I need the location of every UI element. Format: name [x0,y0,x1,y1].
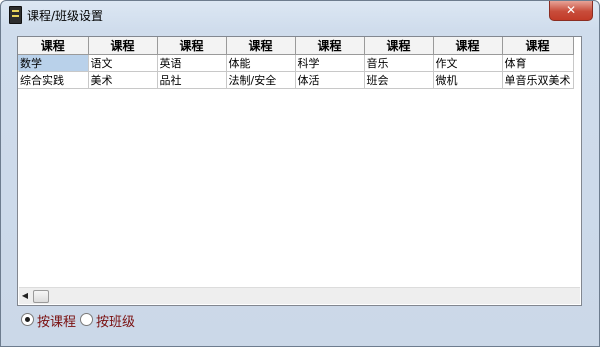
grid-cell[interactable]: 体活 [295,71,365,89]
table-row: 综合实践 美术 品社 法制/安全 体活 班会 微机 单音乐双美术 [18,71,574,89]
app-icon [9,6,22,24]
column-header[interactable]: 课程 [364,37,434,55]
grid-cell[interactable]: 体育 [502,54,574,72]
column-header[interactable]: 课程 [502,37,574,55]
grid-cell[interactable]: 品社 [157,71,227,89]
radio-by-course[interactable] [21,313,34,326]
radio-label-by-course[interactable]: 按课程 [37,311,76,330]
window-title: 课程/班级设置 [27,9,104,23]
course-class-settings-window: 课程/班级设置 ✕ 课程 课程 课程 课程 课程 课程 课程 课程 数学 语文 … [0,0,600,347]
grid-cell[interactable]: 音乐 [364,54,434,72]
header-row: 课程 课程 课程 课程 课程 课程 课程 课程 [18,37,574,55]
grid-cell-selected[interactable]: 数学 [18,54,89,72]
close-icon: ✕ [565,3,577,17]
grid-cell[interactable]: 综合实践 [18,71,89,89]
title-bar[interactable]: 课程/班级设置 ✕ [1,1,599,29]
column-header[interactable]: 课程 [157,37,227,55]
grid-cell[interactable]: 作文 [433,54,503,72]
horizontal-scrollbar[interactable]: ◀ [19,287,580,304]
grid-cell[interactable]: 英语 [157,54,227,72]
radio-label-by-class[interactable]: 按班级 [96,311,135,330]
close-button[interactable]: ✕ [549,1,593,21]
grid-cell[interactable]: 体能 [226,54,296,72]
column-header[interactable]: 课程 [18,37,89,55]
column-header[interactable]: 课程 [433,37,503,55]
grid-cell[interactable]: 语文 [88,54,158,72]
scrollbar-thumb[interactable] [33,290,49,303]
grid-cell[interactable]: 科学 [295,54,365,72]
course-table: 课程 课程 课程 课程 课程 课程 课程 课程 数学 语文 英语 体能 科学 音… [18,37,574,89]
column-header[interactable]: 课程 [88,37,158,55]
grid-cell[interactable]: 班会 [364,71,434,89]
grid-cell[interactable]: 微机 [433,71,503,89]
radio-by-class[interactable] [80,313,93,326]
grid-cell[interactable]: 单音乐双美术 [502,71,574,89]
table-row: 数学 语文 英语 体能 科学 音乐 作文 体育 [18,54,574,72]
scroll-left-arrow-icon[interactable]: ◀ [20,291,30,301]
grid-cell[interactable]: 美术 [88,71,158,89]
column-header[interactable]: 课程 [226,37,296,55]
radio-selected-dot-icon [25,317,30,322]
grid-cell[interactable]: 法制/安全 [226,71,296,89]
column-header[interactable]: 课程 [295,37,365,55]
course-grid: 课程 课程 课程 课程 课程 课程 课程 课程 数学 语文 英语 体能 科学 音… [17,36,582,306]
